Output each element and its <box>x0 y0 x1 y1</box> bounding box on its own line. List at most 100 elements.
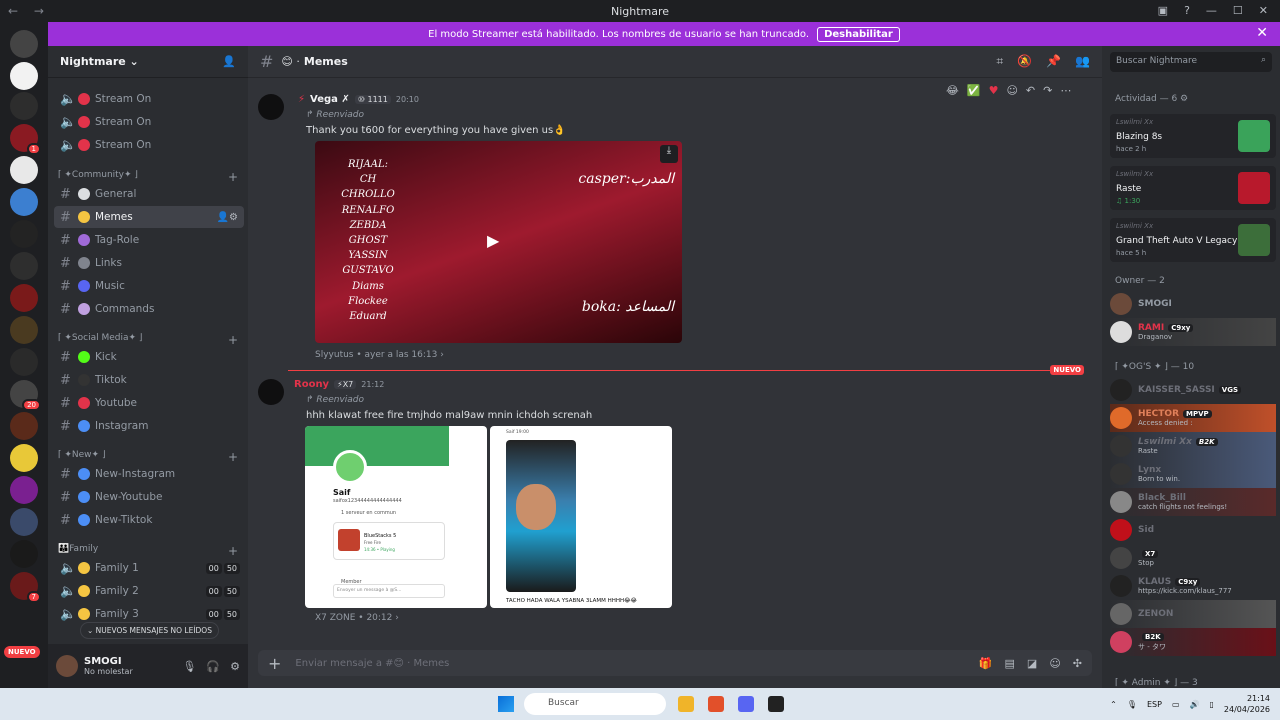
message-composer[interactable]: + Enviar mensaje a #😊 · Memes 🎁 ▤ ◪ ☺ ✣ <box>258 650 1092 676</box>
heart-reaction-icon[interactable]: ♥ <box>989 84 999 97</box>
member-item[interactable]: Lswilmi Xx B2K Raste <box>1110 432 1276 460</box>
forward-source[interactable]: X7 ZONE • 20:12 › <box>315 613 399 623</box>
activity-header[interactable]: Actividad — 6 ⚙ <box>1115 94 1188 104</box>
language-indicator[interactable]: ESP <box>1147 700 1162 709</box>
volume-icon[interactable]: 🔊 <box>1190 700 1200 709</box>
members-list-icon[interactable]: 👥 <box>1075 54 1090 69</box>
voice-channel-family-1[interactable]: 🔈 Family 1 00 50 <box>54 557 244 579</box>
server-icon[interactable] <box>10 92 38 120</box>
add-attachment-icon[interactable]: + <box>268 654 281 673</box>
disable-streamer-button[interactable]: Deshabilitar <box>817 26 900 42</box>
server-icon[interactable] <box>10 316 38 344</box>
channel-commands[interactable]: # Commands <box>54 298 244 320</box>
voice-channel-family-2[interactable]: 🔈 Family 2 00 50 <box>54 580 244 602</box>
battery-icon[interactable]: ▯ <box>1209 700 1213 709</box>
help-icon[interactable]: ? <box>1184 4 1190 17</box>
channel-tag-role[interactable]: # Tag-Role <box>54 229 244 251</box>
server-icon[interactable] <box>10 476 38 504</box>
channel-settings-icon[interactable]: 👤⚙ <box>217 212 238 223</box>
server-icon[interactable] <box>10 156 38 184</box>
add-channel-icon[interactable]: + <box>228 450 238 464</box>
microphone-tray-icon[interactable]: 🎙 <box>1127 700 1137 709</box>
sticker-icon[interactable]: ◪ <box>1027 657 1037 670</box>
server-icon[interactable]: 1 <box>10 124 41 155</box>
avatar[interactable] <box>56 655 78 677</box>
new-servers-pill[interactable]: NUEVO <box>4 646 40 658</box>
search-input[interactable]: Buscar Nightmare ⌕ <box>1110 52 1272 72</box>
server-icon[interactable] <box>10 252 38 280</box>
file-explorer-icon[interactable] <box>678 696 694 712</box>
more-options-icon[interactable]: ⋯ <box>1060 84 1071 97</box>
category-community[interactable]: ⌈ ✦Community✦ ⌋ + <box>58 170 238 184</box>
emoji-icon[interactable]: ☺ <box>1049 657 1060 670</box>
image-attachment-profile[interactable]: Saif saifox12344444444444444 1 serveur e… <box>305 426 487 608</box>
voice-channel[interactable]: 🔈 Stream On <box>54 111 244 133</box>
member-item[interactable]: ZENON <box>1110 600 1276 628</box>
member-item[interactable]: B2K サ - タワ <box>1110 628 1276 656</box>
member-item[interactable]: KAISSER_SASSI VGS <box>1110 376 1276 404</box>
member-item[interactable]: X7 Stop <box>1110 544 1276 572</box>
video-attachment[interactable]: RIJAAL: CH CHROLLO RENALFO ZEBDA GHOST Y… <box>315 141 682 343</box>
apps-icon[interactable]: ✣ <box>1073 657 1082 670</box>
taskbar-search[interactable]: Buscar <box>524 693 666 715</box>
add-channel-icon[interactable]: + <box>228 333 238 347</box>
server-icon[interactable] <box>10 284 38 312</box>
add-member-icon[interactable]: 👤 <box>222 55 236 68</box>
reply-icon[interactable]: ↶ <box>1026 84 1035 97</box>
minimize-button[interactable]: — <box>1206 4 1217 17</box>
brave-browser-icon[interactable] <box>708 696 724 712</box>
clock[interactable]: 21:14 24/04/2026 <box>1224 693 1270 715</box>
channel-new-youtube[interactable]: # New-Youtube <box>54 486 244 508</box>
server-icon[interactable]: 7 <box>10 572 41 603</box>
forward-source[interactable]: Slyyutus • ayer a las 16:13 › <box>315 350 444 360</box>
maximize-button[interactable]: ☐ <box>1233 4 1243 17</box>
category-new[interactable]: ⌈ ✦New✦ ⌋ + <box>58 450 238 464</box>
channel-kick[interactable]: # Kick <box>54 346 244 368</box>
category-social-media[interactable]: ⌈ ✦Social Media✦ ⌋ + <box>58 333 238 347</box>
channel-general[interactable]: # General <box>54 183 244 205</box>
windows-start-icon[interactable] <box>498 696 514 712</box>
member-item[interactable]: SMOGI <box>1110 290 1276 318</box>
threads-icon[interactable]: ⌗ <box>996 54 1003 69</box>
server-icon[interactable] <box>10 412 38 440</box>
pin-icon[interactable]: 📌 <box>1046 54 1061 69</box>
channel-links[interactable]: # Links <box>54 252 244 274</box>
play-icon[interactable]: ▶ <box>487 231 509 253</box>
unread-messages-pill[interactable]: ⌄ NUEVOS MENSAJES NO LEÍDOS <box>80 622 219 639</box>
member-item[interactable]: Lynx Born to win. <box>1110 460 1276 488</box>
member-item[interactable]: Sid <box>1110 516 1276 544</box>
server-icon[interactable]: 20 <box>10 380 41 411</box>
app-icon[interactable] <box>768 696 784 712</box>
server-icon[interactable] <box>10 188 38 216</box>
avatar[interactable] <box>258 379 284 405</box>
mute-bell-icon[interactable]: 🔕 <box>1017 54 1032 69</box>
server-header[interactable]: Nightmare ⌄ 👤 <box>48 46 248 78</box>
check-reaction-icon[interactable]: ✅ <box>967 84 981 97</box>
channel-new-tiktok[interactable]: # New-Tiktok <box>54 509 244 531</box>
voice-channel[interactable]: 🔈 Stream On <box>54 88 244 110</box>
discord-icon[interactable] <box>738 696 754 712</box>
image-attachment-video[interactable]: Saif 19:00 TACHO HADA WALA YSABNA 3LAMM … <box>490 426 672 608</box>
avatar[interactable] <box>258 94 284 120</box>
close-window-button[interactable]: ✕ <box>1259 4 1268 17</box>
channel-memes[interactable]: # Memes 👤⚙ <box>54 206 244 228</box>
close-banner-icon[interactable]: ✕ <box>1256 25 1268 41</box>
channel-tiktok[interactable]: # Tiktok <box>54 369 244 391</box>
server-icon[interactable] <box>10 30 38 58</box>
add-reaction-icon[interactable]: ☺ <box>1006 84 1017 97</box>
settings-gear-icon[interactable]: ⚙ <box>230 660 240 673</box>
server-icon[interactable] <box>10 62 38 90</box>
inbox-icon[interactable]: ▣ <box>1158 4 1168 17</box>
message-author[interactable]: Vega ✗ <box>310 94 350 105</box>
gif-icon[interactable]: ▤ <box>1005 657 1015 670</box>
member-item[interactable]: Black_Bill catch flights not feelings! <box>1110 488 1276 516</box>
server-icon[interactable] <box>10 348 38 376</box>
member-item[interactable]: HECTOR MPVP Access denied : <box>1110 404 1276 432</box>
server-icon[interactable] <box>10 540 38 568</box>
channel-youtube[interactable]: # Youtube <box>54 392 244 414</box>
add-channel-icon[interactable]: + <box>228 170 238 184</box>
gift-icon[interactable]: 🎁 <box>979 657 993 670</box>
server-icon[interactable] <box>10 220 38 248</box>
category-family[interactable]: 👪Family + <box>58 544 238 558</box>
voice-channel[interactable]: 🔈 Stream On <box>54 134 244 156</box>
